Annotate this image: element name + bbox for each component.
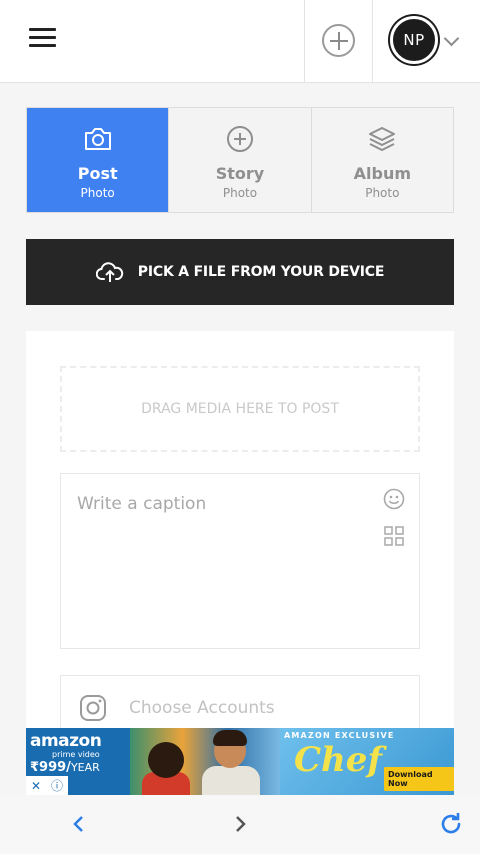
ad-brand-sub: prime video [52, 750, 100, 759]
ad-price-value: ₹999/ [30, 760, 71, 775]
divider [372, 0, 373, 83]
bottom-nav [0, 795, 480, 854]
caption-box [60, 473, 420, 649]
grid-icon[interactable] [384, 526, 404, 546]
close-icon[interactable]: ✕ [31, 779, 41, 793]
hamburger-icon[interactable] [29, 28, 56, 52]
tab-post[interactable]: Post Photo [27, 108, 170, 212]
tab-sublabel: Photo [222, 186, 258, 200]
dropzone-text: DRAG MEDIA HERE TO POST [141, 401, 339, 417]
choose-accounts-label: Choose Accounts [129, 698, 275, 718]
post-type-tabs: Post Photo Story Photo Album Photo [26, 107, 454, 213]
camera-icon [83, 124, 113, 154]
info-icon[interactable]: ⓘ [51, 777, 63, 794]
pick-file-button[interactable]: PICK A FILE FROM YOUR DEVICE [26, 239, 454, 305]
ad-brand-panel: amazon prime video ₹999/YEAR ✕ ⓘ [26, 728, 130, 795]
ad-exclusive: AMAZON EXCLUSIVE [284, 731, 395, 740]
tab-sublabel: Photo [80, 186, 115, 200]
tab-story[interactable]: Story Photo [169, 108, 312, 212]
ad-price-period: YEAR [70, 761, 100, 774]
layers-icon [367, 124, 397, 154]
composer-card: DRAG MEDIA HERE TO POST Choose Accounts [26, 331, 454, 745]
avatar[interactable]: NP [390, 16, 438, 64]
tab-label: Story [215, 164, 265, 183]
media-dropzone[interactable]: DRAG MEDIA HERE TO POST [60, 366, 420, 452]
cloud-upload-icon [95, 262, 123, 282]
chevron-down-icon[interactable] [443, 30, 460, 47]
divider [304, 0, 305, 83]
instagram-icon [80, 695, 106, 721]
avatar-initials: NP [403, 31, 425, 49]
tab-label: Album [353, 164, 412, 183]
ad-controls: ✕ ⓘ [26, 776, 68, 795]
plus-circle-icon [225, 124, 255, 154]
tab-sublabel: Photo [365, 186, 400, 200]
smiley-icon[interactable] [383, 488, 405, 510]
ad-title-panel: AMAZON EXCLUSIVE Chef Download Now [280, 728, 454, 795]
add-post-button[interactable] [322, 24, 355, 57]
chevron-right-icon[interactable] [227, 811, 253, 837]
ad-title: Chef [294, 740, 383, 780]
ad-download-button[interactable]: Download Now [384, 767, 454, 791]
ad-banner[interactable]: amazon prime video ₹999/YEAR ✕ ⓘ AMAZON … [26, 728, 454, 795]
ad-brand: amazon [30, 731, 102, 751]
pick-file-label: PICK A FILE FROM YOUR DEVICE [137, 264, 385, 280]
tab-label: Post [77, 164, 118, 183]
ad-image [130, 728, 280, 795]
caption-input[interactable] [61, 474, 361, 648]
plus-icon [329, 31, 348, 50]
chevron-left-icon[interactable] [66, 811, 92, 837]
tab-album[interactable]: Album Photo [312, 108, 453, 212]
top-bar: NP [0, 0, 480, 83]
ad-price: ₹999/YEAR [30, 760, 100, 775]
refresh-icon[interactable] [438, 811, 464, 837]
